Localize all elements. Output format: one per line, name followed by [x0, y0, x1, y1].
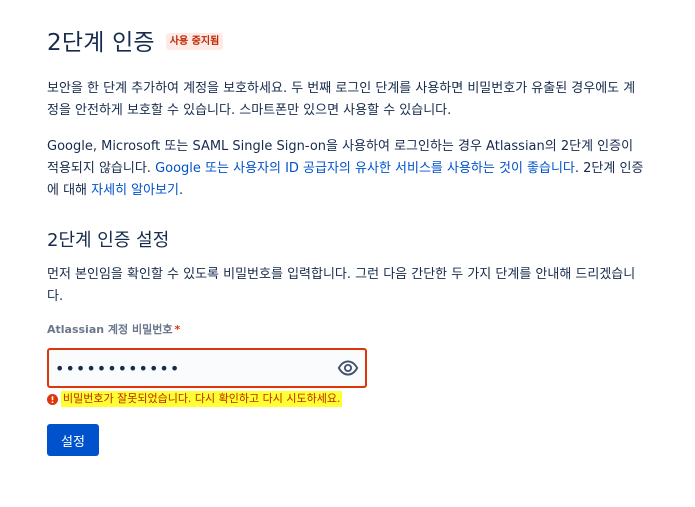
sso-text-part3: .: [179, 183, 184, 198]
password-label-text: Atlassian 계정 비밀번호: [47, 323, 173, 336]
learn-more-link[interactable]: 자세히 알아보기: [91, 183, 179, 198]
password-field-label: Atlassian 계정 비밀번호 *: [47, 322, 647, 338]
password-error-message: 비밀번호가 잘못되었습니다. 다시 확인하고 다시 시도하세요.: [61, 391, 343, 407]
error-icon: [47, 393, 58, 405]
page-title: 2단계 인증: [47, 30, 155, 56]
password-input-value[interactable]: ••••••••••••: [55, 359, 180, 378]
required-marker: *: [174, 323, 181, 336]
status-badge: 사용 중지됨: [165, 32, 224, 50]
title-row: 2단계 인증 사용 중지됨: [47, 22, 647, 58]
idp-recommendation-link[interactable]: Google 또는 사용자의 ID 공급자의 유사한 서비스를 사용하는 것이 …: [155, 161, 575, 176]
password-input[interactable]: ••••••••••••: [47, 348, 367, 388]
password-error-row: 비밀번호가 잘못되었습니다. 다시 확인하고 다시 시도하세요.: [47, 390, 647, 408]
sso-paragraph: Google, Microsoft 또는 SAML Single Sign-on…: [47, 136, 647, 202]
two-step-verification-page: 2단계 인증 사용 중지됨 보안을 한 단계 추가하여 계정을 보호하세요. 두…: [47, 22, 647, 456]
setup-button[interactable]: 설정: [47, 424, 99, 456]
intro-paragraph: 보안을 한 단계 추가하여 계정을 보호하세요. 두 번째 로그인 단계를 사용…: [47, 81, 636, 118]
setup-section-title: 2단계 인증 설정: [47, 230, 170, 251]
eye-icon[interactable]: [337, 357, 359, 379]
setup-description: 먼저 본인임을 확인할 수 있도록 비밀번호를 입력합니다. 그런 다음 간단한…: [47, 267, 636, 304]
